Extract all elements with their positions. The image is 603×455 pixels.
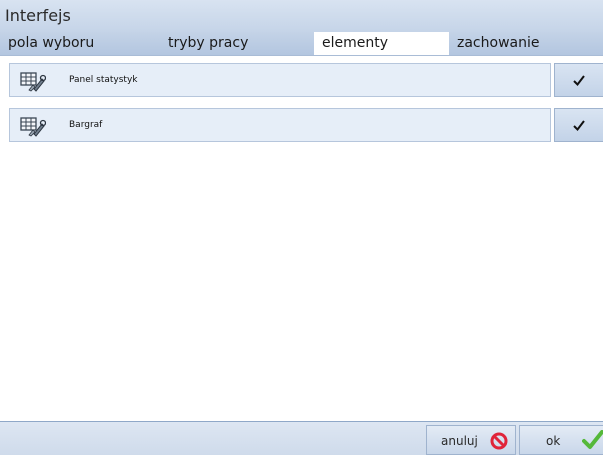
tab-label: elementy: [322, 35, 389, 51]
checkmark-icon: [573, 75, 585, 86]
toggle-panel-statystyk-button[interactable]: [554, 63, 603, 97]
elements-list: Panel statystyk Bargraf: [0, 55, 603, 422]
element-label: Panel statystyk: [69, 75, 138, 85]
footer-bar: anuluj ok: [0, 421, 603, 455]
ok-button[interactable]: ok: [519, 425, 603, 455]
tab-label: tryby pracy: [168, 35, 249, 51]
list-item: Panel statystyk: [9, 63, 603, 97]
title-bar: Interfejs: [0, 0, 603, 32]
list-item: Bargraf: [9, 108, 603, 142]
tab-tryby-pracy[interactable]: tryby pracy: [160, 32, 314, 55]
tab-zachowanie[interactable]: zachowanie: [449, 32, 603, 55]
element-row-bargraf[interactable]: Bargraf: [9, 108, 551, 142]
tools-icon: [20, 70, 47, 92]
tab-bar: pola wyboru tryby pracy elementy zachowa…: [0, 32, 603, 55]
tab-pola-wyboru[interactable]: pola wyboru: [0, 32, 160, 55]
element-row-panel-statystyk[interactable]: Panel statystyk: [9, 63, 551, 97]
tab-elementy[interactable]: elementy: [314, 32, 449, 55]
element-label: Bargraf: [69, 120, 103, 130]
no-entry-icon: [490, 432, 508, 450]
cancel-button[interactable]: anuluj: [426, 425, 516, 455]
checkmark-icon: [573, 120, 585, 131]
green-check-icon: [582, 430, 603, 449]
tools-icon: [20, 115, 47, 137]
toggle-bargraf-button[interactable]: [554, 108, 603, 142]
tab-label: pola wyboru: [8, 35, 95, 51]
tab-label: zachowanie: [457, 35, 540, 51]
cancel-label: anuluj: [441, 434, 478, 448]
window-title: Interfejs: [5, 6, 71, 25]
ok-label: ok: [546, 434, 561, 448]
